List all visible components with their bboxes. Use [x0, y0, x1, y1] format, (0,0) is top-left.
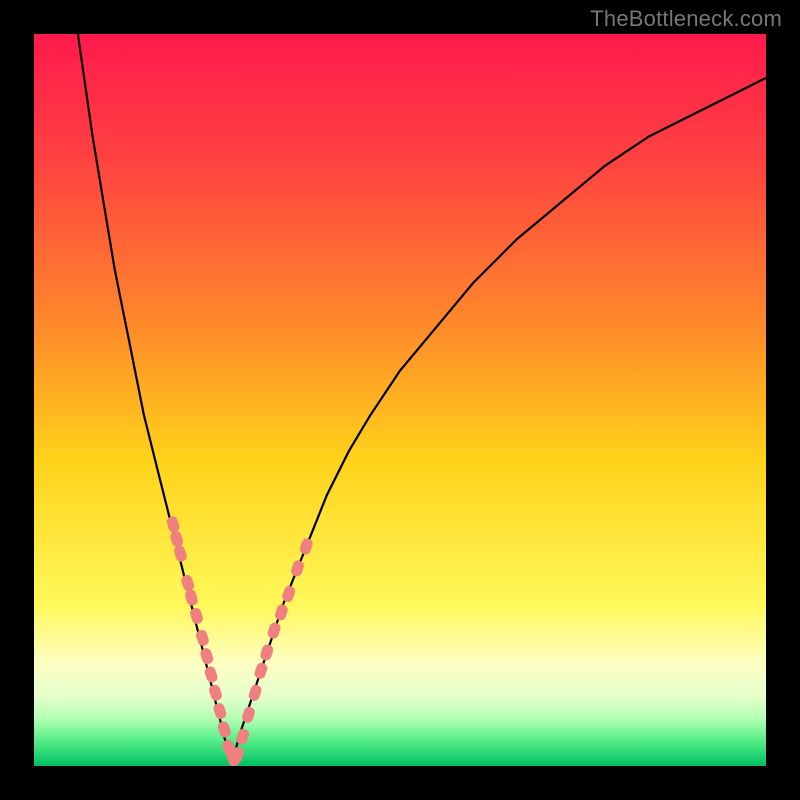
- marker-point: [281, 585, 296, 604]
- marker-point: [184, 588, 199, 607]
- marker-point: [290, 559, 305, 578]
- marker-point: [165, 515, 180, 534]
- marker-point: [173, 544, 188, 563]
- marker-point: [180, 574, 195, 593]
- curve-layer: [34, 34, 766, 766]
- marker-point: [203, 665, 218, 684]
- marker-point: [299, 537, 314, 556]
- marker-point: [266, 621, 281, 640]
- chart-frame: TheBottleneck.com: [0, 0, 800, 800]
- marker-point: [217, 720, 232, 739]
- highlight-markers-left: [165, 515, 240, 766]
- marker-point: [247, 683, 262, 702]
- watermark-text: TheBottleneck.com: [590, 6, 782, 32]
- marker-point: [169, 530, 184, 549]
- marker-point: [208, 683, 223, 702]
- marker-point: [253, 661, 268, 680]
- marker-point: [189, 607, 204, 626]
- right-curve: [232, 78, 766, 766]
- marker-point: [274, 603, 289, 622]
- highlight-markers-right: [230, 537, 314, 764]
- marker-point: [199, 647, 214, 666]
- marker-point: [212, 702, 227, 721]
- marker-point: [259, 643, 274, 662]
- plot-area: [34, 34, 766, 766]
